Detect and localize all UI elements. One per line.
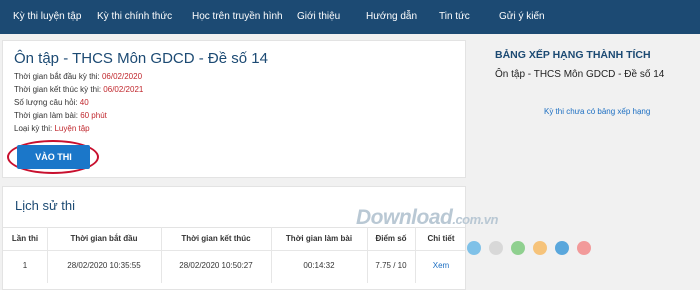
- cell-start-time: 28/02/2020 10:35:55: [67, 261, 141, 270]
- cell-duration: 00:14:32: [303, 261, 335, 270]
- duration-label: Thời gian làm bài:: [14, 111, 78, 120]
- exam-info-card: Ôn tập - THCS Môn GDCD - Đề số 14 Thời g…: [2, 40, 466, 178]
- column-header-attempt: Lần thi: [11, 234, 39, 243]
- ranking-exam-name: Ôn tập - THCS Môn GDCD - Đề số 14: [495, 69, 665, 80]
- exam-type-row: Loại kỳ thi: Luyện tập: [14, 124, 90, 133]
- exam-history-card: Lịch sử thi Lần thi Thời gian bắt đầu Th…: [2, 186, 466, 290]
- nav-item-official-exams[interactable]: Kỳ thi chính thức: [97, 0, 172, 34]
- column-header-end: Thời gian kết thúc: [181, 234, 251, 243]
- exam-type-label: Loại kỳ thi:: [14, 124, 53, 133]
- column-header-score: Điểm số: [375, 234, 407, 243]
- cell-score: 7.75 / 10: [375, 261, 407, 270]
- end-time-label: Thời gian kết thúc kỳ thi:: [14, 85, 102, 94]
- column-header-start: Thời gian bắt đầu: [70, 234, 138, 243]
- view-detail-link[interactable]: Xem: [415, 261, 467, 270]
- question-count-value: 40: [79, 98, 89, 107]
- cell-attempt: 1: [22, 261, 28, 270]
- watermark-dot: [555, 241, 569, 255]
- watermark-dot: [533, 241, 547, 255]
- cell-end-time: 28/02/2020 10:50:27: [179, 261, 253, 270]
- enter-exam-button[interactable]: VÀO THI: [17, 145, 90, 169]
- nav-item-feedback[interactable]: Gửi ý kiến: [499, 0, 545, 34]
- start-time-label: Thời gian bắt đầu kỳ thi:: [14, 72, 100, 81]
- nav-item-tv-learning[interactable]: Học trên truyền hình: [192, 0, 283, 34]
- end-time-row: Thời gian kết thúc kỳ thi: 06/02/2021: [14, 85, 143, 94]
- exam-type-value: Luyện tập: [54, 124, 90, 133]
- end-time-value: 06/02/2021: [103, 85, 144, 94]
- watermark-dot: [489, 241, 503, 255]
- nav-item-news[interactable]: Tin tức: [439, 0, 470, 34]
- history-title: Lịch sử thi: [15, 198, 76, 213]
- nav-item-guide[interactable]: Hướng dẫn: [366, 0, 417, 34]
- question-count-row: Số lượng câu hỏi: 40: [14, 98, 89, 107]
- ranking-title: BẢNG XẾP HẠNG THÀNH TÍCH: [495, 49, 651, 61]
- watermark-dot: [467, 241, 481, 255]
- table-header-divider: [3, 250, 465, 251]
- top-navigation: Kỳ thi luyện tập Kỳ thi chính thức Học t…: [0, 0, 700, 34]
- start-time-value: 06/02/2020: [101, 72, 143, 81]
- duration-value: 60 phút: [80, 111, 107, 120]
- ranking-empty-note: Kỳ thi chưa có bảng xếp hạng: [544, 107, 651, 116]
- column-header-detail: Chi tiết: [427, 234, 455, 243]
- start-time-row: Thời gian bắt đầu kỳ thi: 06/02/2020: [14, 72, 142, 81]
- watermark-dot: [511, 241, 525, 255]
- column-header-duration: Thời gian làm bài: [285, 234, 353, 243]
- exam-title: Ôn tập - THCS Môn GDCD - Đề số 14: [14, 50, 268, 67]
- watermark-logo: Download.com.vn: [356, 206, 498, 229]
- duration-row: Thời gian làm bài: 60 phút: [14, 111, 107, 120]
- nav-item-about[interactable]: Giới thiệu: [297, 0, 340, 34]
- nav-item-practice-exams[interactable]: Kỳ thi luyện tập: [13, 0, 81, 34]
- watermark-dot: [577, 241, 591, 255]
- question-count-label: Số lượng câu hỏi:: [14, 98, 78, 107]
